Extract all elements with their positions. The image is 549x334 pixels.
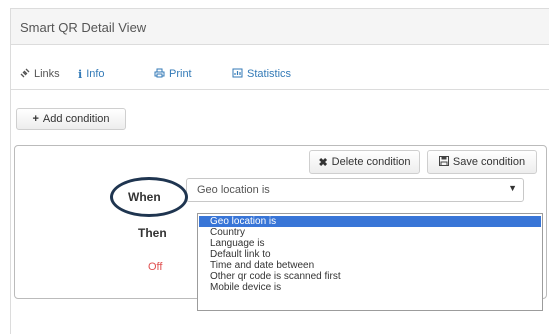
save-condition-label: Save condition xyxy=(452,156,526,168)
close-icon: ✖ xyxy=(318,156,328,169)
tab-statistics-label: Statistics xyxy=(247,68,292,80)
dropdown-option[interactable]: Country xyxy=(199,227,541,238)
chart-icon xyxy=(232,68,243,81)
delete-condition-button[interactable]: ✖ Delete condition xyxy=(309,150,420,174)
tab-bar: Links i Info Print Statistics xyxy=(11,61,549,90)
info-icon: i xyxy=(78,67,83,81)
chevron-down-icon: ▼ xyxy=(508,183,517,193)
dropdown-option[interactable]: Other qr code is scanned first xyxy=(199,271,541,282)
tab-print[interactable]: Print xyxy=(154,61,192,87)
dropdown-option[interactable]: Time and date between xyxy=(199,260,541,271)
select-value: Geo location is xyxy=(197,184,270,196)
tab-info[interactable]: i Info xyxy=(78,61,105,87)
dropdown-option[interactable]: Mobile device is xyxy=(199,282,541,293)
print-icon xyxy=(154,68,165,81)
tab-divider xyxy=(11,89,549,90)
delete-condition-label: Delete condition xyxy=(331,156,411,168)
tab-print-label: Print xyxy=(169,68,192,80)
dropdown-option[interactable]: Default link to xyxy=(199,249,541,260)
condition-type-select[interactable]: Geo location is ▼ xyxy=(186,178,524,202)
add-condition-label: Add condition xyxy=(42,113,110,125)
link-icon xyxy=(20,68,30,81)
panel-title: Smart QR Detail View xyxy=(20,20,147,35)
dropdown-option[interactable]: Language is xyxy=(199,238,541,249)
condition-type-dropdown: Geo location is Country Language is Defa… xyxy=(197,213,543,311)
save-icon xyxy=(438,155,449,169)
add-condition-button[interactable]: + Add condition xyxy=(16,108,126,130)
save-condition-button[interactable]: Save condition xyxy=(427,150,537,174)
tab-statistics[interactable]: Statistics xyxy=(232,61,291,87)
then-label: Then xyxy=(138,226,167,240)
off-label: Off xyxy=(148,261,163,273)
dropdown-option[interactable]: Geo location is xyxy=(199,216,541,227)
tab-links[interactable]: Links xyxy=(20,61,60,87)
tab-info-label: Info xyxy=(86,68,105,80)
annotation-circle xyxy=(110,177,188,217)
plus-icon: + xyxy=(32,113,39,125)
panel-heading: Smart QR Detail View xyxy=(11,9,549,45)
tab-links-label: Links xyxy=(34,68,60,80)
